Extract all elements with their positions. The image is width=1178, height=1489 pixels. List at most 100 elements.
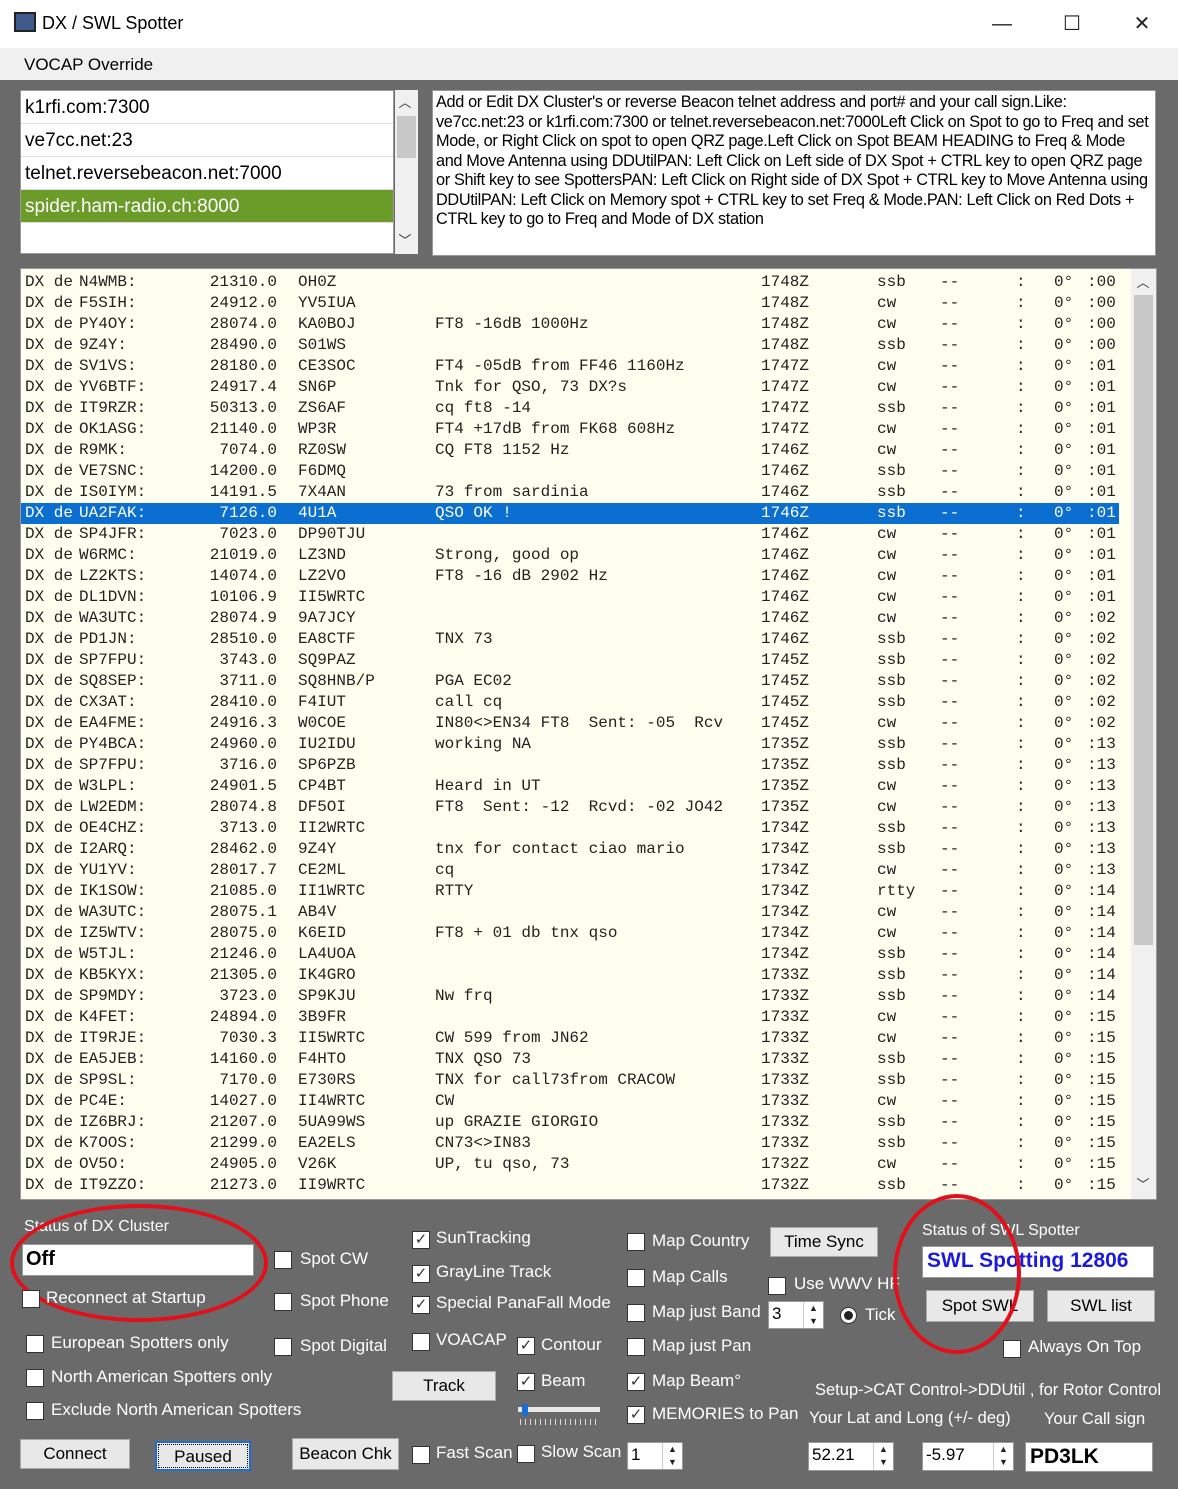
spot-row[interactable]: DX de IZ5WTV: 28075.0 K6EID FT8 + 01 db tnx … xyxy=(21,923,1119,944)
spot-row[interactable]: DX de SP7FPU: 3716.0 SP6PZB 1735Z ssb --: 0°:13 xyxy=(21,755,1119,776)
spot-row[interactable]: DX de LZ2KTS: 14074.0 LZ2VO FT8 -16 dB 2902 … xyxy=(21,566,1119,587)
time-sync-button[interactable]: Time Sync xyxy=(770,1227,878,1257)
spot-row[interactable]: DX de IT9ZZO: 21273.0 II9WRTC 1732Z ssb --: 0°:… xyxy=(21,1175,1119,1196)
panafall-checkbox[interactable]: ✓ xyxy=(412,1296,430,1314)
spot-row[interactable]: DX de IZ6BRJ: 21207.0 5UA99WS up GRAZIE GIOR… xyxy=(21,1112,1119,1133)
spot-row[interactable]: DX de PD1JN: 28510.0 EA8CTF TNX 73 1746Z ssb --… xyxy=(21,629,1119,650)
scroll-thumb[interactable] xyxy=(397,116,416,158)
maximize-button[interactable]: ☐ xyxy=(1050,8,1094,40)
swl-list-button[interactable]: SWL list xyxy=(1047,1290,1155,1322)
map-country-checkbox[interactable] xyxy=(627,1233,645,1251)
use-wwv-checkbox[interactable] xyxy=(768,1277,786,1295)
spot-phone-checkbox[interactable] xyxy=(274,1293,292,1311)
menu-voacap-override[interactable]: VOCAP Override xyxy=(24,55,153,75)
spot-row[interactable]: DX de OK1ASG: 21140.0 WP3R FT4 +17dB from FK… xyxy=(21,419,1119,440)
spot-list[interactable]: DX de N4WMB: 21310.0 OH0Z 1748Z ssb --:0°:00 DX… xyxy=(20,268,1157,1200)
slow-scan-checkbox[interactable] xyxy=(517,1445,535,1463)
cluster-item[interactable]: k1rfi.com:7300 xyxy=(21,91,393,124)
spot-row[interactable]: DX de K7OOS: 21299.0 EA2ELS CN73<>IN83 1733Z s… xyxy=(21,1133,1119,1154)
map-band-checkbox[interactable] xyxy=(627,1304,645,1322)
map-beam-checkbox[interactable]: ✓ xyxy=(627,1373,645,1391)
spot-row[interactable]: DX de SP7FPU: 3743.0 SQ9PAZ 1745Z ssb --: 0°:02 xyxy=(21,650,1119,671)
reconnect-checkbox[interactable] xyxy=(22,1290,40,1308)
spot-row[interactable]: DX de SP4JFR: 7023.0 DP90TJU 1746Z cw --: 0°:01 xyxy=(21,524,1119,545)
spot-row[interactable]: DX de IT9RJE: 7030.3 II5WRTC CW 599 from JN6… xyxy=(21,1028,1119,1049)
spot-row[interactable]: DX de PY4OY: 28074.0 KA0BOJ FT8 -16dB 1000Hz… xyxy=(21,314,1119,335)
scroll-up-icon[interactable]: ︿ xyxy=(395,92,415,114)
fast-scan-checkbox[interactable] xyxy=(412,1446,430,1464)
spot-row[interactable]: DX de W3LPL: 24901.5 CP4BT Heard in UT 1735Z c… xyxy=(21,776,1119,797)
exclude-na-checkbox[interactable] xyxy=(26,1402,44,1420)
spot-row[interactable]: DX de 9Z4Y: 28490.0 S01WS 1748Z ssb --: 0°:00 xyxy=(21,335,1119,356)
memories-checkbox[interactable]: ✓ xyxy=(627,1406,645,1424)
spot-row[interactable]: DX de EA5JEB: 14160.0 F4HTO TNX QSO 73 1733Z s… xyxy=(21,1049,1119,1070)
spot-row[interactable]: DX de YV6BTF: 24917.4 SN6P Tnk for QSO, 73 D… xyxy=(21,377,1119,398)
close-button[interactable]: ✕ xyxy=(1120,8,1164,40)
paused-button[interactable]: Paused xyxy=(155,1441,251,1471)
cluster-item[interactable]: telnet.reversebeacon.net:7000 xyxy=(21,157,393,190)
spot-row[interactable]: DX de SP9SL: 7170.0 E730RS TNX for call73fro… xyxy=(21,1070,1119,1091)
spot-row[interactable]: DX de I2ARQ: 28462.0 9Z4Y tnx for contact ci… xyxy=(21,839,1119,860)
beacon-chk-button[interactable]: Beacon Chk xyxy=(292,1438,399,1470)
scroll-thumb[interactable] xyxy=(1134,295,1153,945)
minimize-button[interactable]: — xyxy=(980,8,1024,40)
spot-row[interactable]: DX de WA3UTC: 28075.1 AB4V 1734Z cw --: 0°:14 xyxy=(21,902,1119,923)
spin-arrows-icon[interactable]: ▲ ▼ xyxy=(803,1302,823,1328)
band-stepper[interactable]: 3 ▲ ▼ xyxy=(768,1301,824,1329)
spot-row[interactable]: DX de IK1SOW: 21085.0 II1WRTC RTTY 1734Z rtty -… xyxy=(21,881,1119,902)
track-button[interactable]: Track xyxy=(392,1371,496,1401)
spot-row[interactable]: DX de OE4CHZ: 3713.0 II2WRTC 1734Z ssb --: 0°:1… xyxy=(21,818,1119,839)
map-pan-checkbox[interactable] xyxy=(627,1338,645,1356)
grayline-checkbox[interactable]: ✓ xyxy=(412,1265,430,1283)
map-calls-checkbox[interactable] xyxy=(627,1269,645,1287)
spot-row[interactable]: DX de PY4BCA: 24960.0 IU2IDU working NA 1735Z… xyxy=(21,734,1119,755)
cluster-list[interactable]: k1rfi.com:7300 ve7cc.net:23 telnet.reverse… xyxy=(20,90,394,254)
tick-radio[interactable] xyxy=(840,1307,857,1324)
spot-digital-checkbox[interactable] xyxy=(274,1338,292,1356)
spot-row[interactable]: DX de EA4FME: 24916.3 W0COE IN80<>EN34 FT8 S… xyxy=(21,713,1119,734)
latitude-stepper[interactable]: 52.21 ▲ ▼ xyxy=(808,1442,894,1471)
spot-row[interactable]: DX de W6RMC: 21019.0 LZ3ND Strong, good op 17… xyxy=(21,545,1119,566)
scroll-up-icon[interactable]: ︿ xyxy=(1133,272,1153,294)
spot-cw-checkbox[interactable] xyxy=(274,1251,292,1269)
callsign-input[interactable] xyxy=(1025,1442,1153,1472)
spot-row[interactable]: DX de F5SIH: 24912.0 YV5IUA 1748Z cw --: 0°:00 xyxy=(21,293,1119,314)
connect-button[interactable]: Connect xyxy=(20,1439,130,1469)
cluster-item[interactable]: ve7cc.net:23 xyxy=(21,124,393,157)
cluster-item[interactable]: spider.ham-radio.ch:8000 xyxy=(21,190,393,223)
scan-stepper[interactable]: 1 ▲ ▼ xyxy=(627,1442,683,1470)
spot-row[interactable]: DX de SV1VS: 28180.0 CE3SOC FT4 -05dB from F… xyxy=(21,356,1119,377)
spot-row[interactable]: DX de W5TJL: 21246.0 LA4UOA 1734Z ssb --: 0°:14 xyxy=(21,944,1119,965)
spot-row[interactable]: DX de PC4E: 14027.0 II4WRTC CW 1733Z cw --: 0°:1… xyxy=(21,1091,1119,1112)
cluster-list-scrollbar[interactable]: ︿ ﹀ xyxy=(395,90,418,254)
spot-row[interactable]: DX de WA3UTC: 28074.9 9A7JCY 1746Z cw --: 0°:02 xyxy=(21,608,1119,629)
scroll-down-icon[interactable]: ﹀ xyxy=(1133,1174,1153,1196)
spot-row[interactable]: DX de IT9RZR: 50313.0 ZS6AF cq ft8 -14 1747Z s… xyxy=(21,398,1119,419)
european-checkbox[interactable] xyxy=(26,1335,44,1353)
spot-row[interactable]: DX de LW2EDM: 28074.8 DF5OI FT8 Sent: -12 Rc… xyxy=(21,797,1119,818)
contour-checkbox[interactable]: ✓ xyxy=(517,1337,535,1355)
suntracking-checkbox[interactable]: ✓ xyxy=(412,1231,430,1249)
spot-row[interactable]: DX de VE7SNC: 14200.0 F6DMQ 1746Z ssb --: 0°:01 xyxy=(21,461,1119,482)
north-american-checkbox[interactable] xyxy=(26,1369,44,1387)
spin-arrows-icon[interactable]: ▲ ▼ xyxy=(662,1443,682,1469)
spot-row[interactable]: DX de SQ8SEP: 3711.0 SQ8HNB/P PGA EC02 1745Z s… xyxy=(21,671,1119,692)
spot-row[interactable]: DX de IS0IYM: 14191.5 7X4AN 73 from sardinia… xyxy=(21,482,1119,503)
spot-row[interactable]: DX de R9MK: 7074.0 RZ0SW CQ FT8 1152 Hz 1746Z… xyxy=(21,440,1119,461)
spot-row[interactable]: DX de UA2FAK: 7126.0 4U1A QSO OK ! 1746Z ssb --… xyxy=(21,503,1119,524)
beam-slider[interactable] xyxy=(518,1404,600,1416)
longitude-stepper[interactable]: -5.97 ▲ ▼ xyxy=(922,1442,1014,1471)
spot-row[interactable]: DX de N4WMB: 21310.0 OH0Z 1748Z ssb --: 0°:00 xyxy=(21,272,1119,293)
spot-row[interactable]: DX de YU1YV: 28017.7 CE2ML cq 1734Z cw --: 0°:13 xyxy=(21,860,1119,881)
spin-arrows-icon[interactable]: ▲ ▼ xyxy=(993,1443,1013,1470)
spot-list-scrollbar[interactable]: ︿ ﹀ xyxy=(1131,269,1156,1199)
beam-checkbox[interactable]: ✓ xyxy=(517,1373,535,1391)
spot-row[interactable]: DX de DL1DVN: 10106.9 II5WRTC 1746Z cw --: 0°:0… xyxy=(21,587,1119,608)
scroll-down-icon[interactable]: ﹀ xyxy=(395,230,415,252)
spot-row[interactable]: DX de KB5KYX: 21305.0 IK4GRO 1733Z ssb --: 0°:1… xyxy=(21,965,1119,986)
spot-row[interactable]: DX de OV5O: 24905.0 V26K UP, tu qso, 73 1732Z… xyxy=(21,1154,1119,1175)
slider-handle[interactable] xyxy=(522,1404,528,1416)
spot-row[interactable]: DX de K4FET: 24894.0 3B9FR 1733Z cw --: 0°:15 xyxy=(21,1007,1119,1028)
spin-arrows-icon[interactable]: ▲ ▼ xyxy=(873,1443,893,1470)
voacap-checkbox[interactable] xyxy=(412,1333,430,1351)
